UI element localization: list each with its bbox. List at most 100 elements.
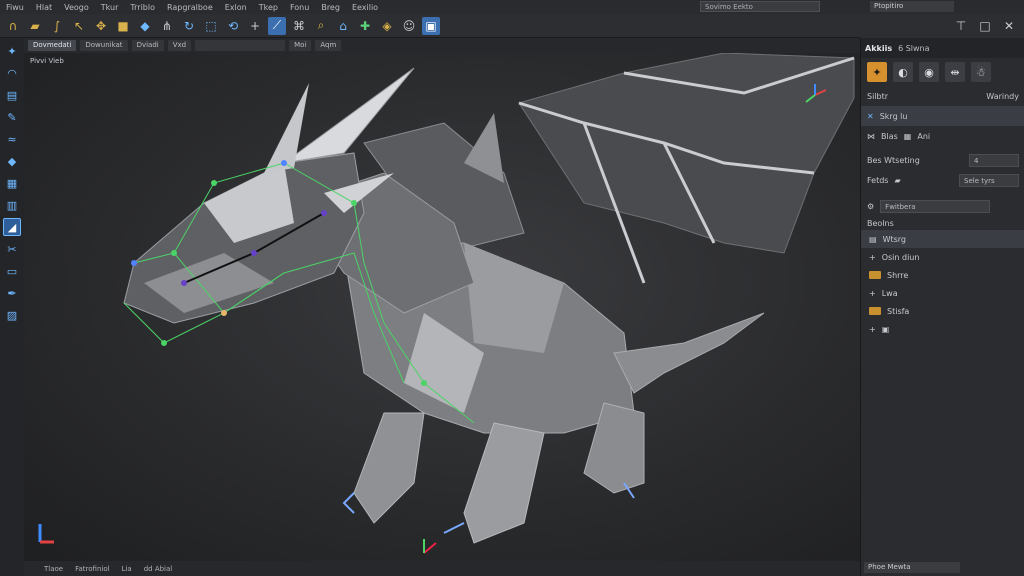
menu-item-9[interactable]: Breg (315, 3, 346, 12)
close-icon[interactable]: ✕ (1000, 17, 1018, 35)
curve-icon[interactable]: ∫ (48, 17, 66, 35)
magnet-icon[interactable]: ∩ (4, 17, 22, 35)
rotate-icon[interactable]: ↻ (180, 17, 198, 35)
search-field[interactable]: Sovimo Eekto (700, 1, 820, 12)
menu-item-6[interactable]: Exlon (219, 3, 253, 12)
top-right-field[interactable]: Ptopitiro (870, 1, 954, 12)
mode-value[interactable]: Warindy (986, 92, 1019, 101)
tree-label: Stisfa (887, 306, 910, 316)
field1-input[interactable]: 4 (969, 153, 1019, 167)
profile-icon[interactable]: ▰ (894, 176, 900, 185)
tree-row-4[interactable]: Stisfa (861, 302, 1024, 320)
tab-scene[interactable]: 6 Slwna (898, 44, 929, 53)
menu-item-1[interactable]: Hlat (30, 3, 58, 12)
warning-icon[interactable]: ◈ (378, 17, 396, 35)
3d-viewport[interactable] (24, 53, 860, 561)
plus-icon[interactable]: + (869, 325, 876, 334)
dragon-model (123, 53, 855, 554)
settings-icon[interactable]: ⚙ (867, 202, 874, 211)
tree-row-1[interactable]: + Osin diun (861, 248, 1024, 266)
tree-label: Lwa (881, 288, 898, 298)
select-tool-icon[interactable]: ✦ (3, 42, 21, 60)
tab-viewport-1[interactable]: Dovmedati (28, 40, 77, 51)
tab-viewport-4[interactable]: Vxd (167, 40, 192, 51)
image-tool-icon[interactable]: ▨ (3, 306, 21, 324)
search-icon[interactable]: ⌕ (312, 17, 330, 35)
menu-item-4[interactable]: Trriblo (124, 3, 161, 12)
person-icon[interactable]: ☃ (971, 62, 991, 82)
menu-item-0[interactable]: Fiwu (0, 3, 30, 12)
field2-input[interactable]: Sele tyrs (959, 173, 1019, 187)
window-icon[interactable]: ▣ (422, 16, 440, 35)
hammer-icon[interactable]: ⊤ (952, 17, 970, 35)
node-icon[interactable]: ⌘ (290, 17, 308, 35)
diamond-icon[interactable]: ◆ (136, 17, 154, 35)
tab-attributes[interactable]: Akkiis (865, 44, 892, 53)
tree-row-5[interactable]: + ▣ (861, 320, 1024, 338)
axis-gizmo[interactable] (802, 82, 828, 111)
menu-item-8[interactable]: Fonu (284, 3, 315, 12)
menu-item-5[interactable]: Rapgralboe (161, 3, 219, 12)
move-icon[interactable]: ✥ (92, 17, 110, 35)
grid-tool-icon[interactable]: ▦ (3, 174, 21, 192)
pointer-icon[interactable]: ↖ (70, 17, 88, 35)
tree-row-2[interactable]: Shrre (861, 266, 1024, 284)
cube-icon[interactable]: ■ (114, 17, 132, 35)
lasso-tool-icon[interactable]: ◠ (3, 64, 21, 82)
right-panel: Akkiis 6 Slwna ✦ ◐ ◉ ⇹ ☃ Silbtr Warindy … (860, 38, 1024, 576)
folder-icon (869, 307, 881, 315)
brush-icon[interactable]: ✦ (867, 62, 887, 82)
layer-tool-icon[interactable]: ▥ (3, 196, 21, 214)
tool-label: Skrg lu (879, 111, 908, 121)
tab-progress[interactable] (195, 40, 286, 51)
menu-item-2[interactable]: Veogo (58, 3, 95, 12)
flood-icon[interactable]: ◉ (919, 62, 939, 82)
menu-item-3[interactable]: Tkur (95, 3, 125, 12)
plus-icon[interactable]: + (869, 289, 876, 298)
snap-icon[interactable]: ⋔ (158, 17, 176, 35)
stamp-tool-icon[interactable]: ▭ (3, 262, 21, 280)
mirror-icon[interactable]: ⇹ (945, 62, 965, 82)
smooth-brush-icon[interactable]: ◐ (893, 62, 913, 82)
menu-item-10[interactable]: Eexilio (346, 3, 384, 12)
tree-row-root[interactable]: ▤ Wtsrg (861, 230, 1024, 248)
grid-icon[interactable]: ▦ (904, 132, 912, 141)
paint-tool-icon[interactable]: ✎ (3, 108, 21, 126)
scale-tool-icon[interactable]: ▤ (3, 86, 21, 104)
folder-open-icon[interactable]: ▰ (26, 17, 44, 35)
status-item-1: Tlaoe (44, 564, 64, 573)
add-icon[interactable]: + (246, 17, 264, 35)
gem-tool-icon[interactable]: ◆ (3, 152, 21, 170)
statusbar: Tlaoe Fatrofiniol Lia dd Abial (24, 561, 860, 576)
status-item-4: dd Abial (143, 564, 173, 573)
maximize-icon[interactable]: □ (976, 17, 994, 35)
blend-icon[interactable]: ⋈ (867, 132, 875, 141)
tab-viewport-2[interactable]: Dowunikat (80, 40, 128, 51)
bottom-field[interactable]: Phoe Mewta (864, 562, 960, 573)
tab-viewport-6[interactable]: Aqm (315, 40, 342, 51)
tab-viewport-3[interactable]: Dviadi (131, 40, 164, 51)
transform-icon[interactable]: ⬚ (202, 17, 220, 35)
subtool-blend[interactable]: Blas (881, 132, 898, 141)
mask-icon[interactable]: ☺ (400, 17, 418, 35)
field2-label: Fetds (867, 175, 889, 185)
subtool-ani[interactable]: Ani (917, 132, 930, 141)
cut-tool-icon[interactable]: ✂ (3, 240, 21, 258)
menu-item-7[interactable]: Tkep (253, 3, 284, 12)
layers-icon: ▤ (869, 234, 877, 244)
smooth-tool-icon[interactable]: ≈ (3, 130, 21, 148)
tree-label: Shrre (887, 270, 909, 280)
dropdown-select[interactable]: Fwitbera (880, 199, 991, 213)
refresh-icon[interactable]: ⟲ (224, 17, 242, 35)
panel-tabs: Akkiis 6 Slwna (861, 38, 1024, 58)
arrow-move-icon[interactable]: ✚ (356, 17, 374, 35)
bone-icon[interactable]: ⟋ (268, 16, 286, 35)
tree-icon[interactable]: ⌂ (334, 17, 352, 35)
tree-label: Osin diun (881, 252, 920, 262)
tab-viewport-5[interactable]: Moi (289, 40, 312, 51)
plus-icon[interactable]: + (869, 253, 876, 262)
weight-paint-tool-icon[interactable]: ◢ (3, 218, 21, 236)
tree-row-3[interactable]: + Lwa (861, 284, 1024, 302)
pen-tool-icon[interactable]: ✒ (3, 284, 21, 302)
window-controls: ⊤ □ ✕ (860, 14, 1024, 38)
